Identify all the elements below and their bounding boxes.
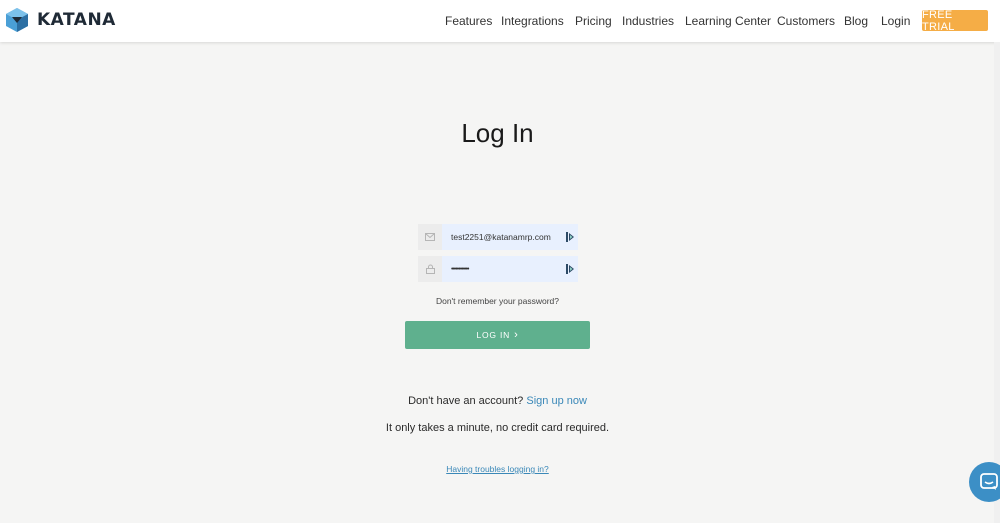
free-trial-button[interactable]: FREE TRIAL bbox=[922, 9, 988, 33]
page-title: Log In bbox=[461, 118, 534, 148]
nav-industries[interactable]: Industries bbox=[622, 14, 674, 28]
nav-login[interactable]: Login bbox=[881, 14, 910, 28]
email-field[interactable]: test2251@katanamrp.com bbox=[418, 224, 578, 250]
sign-up-link[interactable]: Sign up now bbox=[526, 395, 587, 407]
signup-prompt: Don't have an account? Sign up now bbox=[0, 395, 995, 407]
nav-features[interactable]: Features bbox=[445, 14, 492, 28]
email-value: test2251@katanamrp.com bbox=[451, 232, 551, 242]
forgot-password-link[interactable]: Don't remember your password? bbox=[0, 296, 995, 306]
chat-launcher-button[interactable] bbox=[969, 462, 1000, 502]
log-in-label: LOG IN bbox=[476, 330, 511, 340]
password-field[interactable]: •••••••••••• bbox=[418, 256, 578, 282]
nav-pricing[interactable]: Pricing bbox=[575, 14, 612, 28]
email-input[interactable]: test2251@katanamrp.com bbox=[442, 224, 578, 250]
password-input[interactable]: •••••••••••• bbox=[442, 256, 578, 282]
chat-icon bbox=[980, 473, 998, 490]
top-navigation-bar: KATANA Features Integrations Pricing Ind… bbox=[0, 0, 1000, 42]
signup-prompt-text: Don't have an account? bbox=[408, 395, 524, 407]
password-manager-icon[interactable] bbox=[566, 232, 574, 242]
lock-icon bbox=[418, 256, 442, 282]
email-icon bbox=[418, 224, 442, 250]
nav-customers[interactable]: Customers bbox=[777, 14, 835, 28]
scrollbar[interactable] bbox=[994, 42, 1000, 523]
nav-learning-center[interactable]: Learning Center bbox=[685, 14, 771, 28]
password-manager-icon[interactable] bbox=[566, 264, 574, 274]
signup-note: It only takes a minute, no credit card r… bbox=[385, 422, 610, 434]
trouble-link[interactable]: Having troubles logging in? bbox=[446, 464, 549, 474]
log-in-button[interactable]: LOG IN › bbox=[405, 321, 590, 349]
chevron-right-icon: › bbox=[514, 329, 519, 341]
katana-logo[interactable]: KATANA bbox=[6, 8, 116, 32]
trouble-logging-in: Having troubles logging in? bbox=[0, 464, 995, 474]
nav-blog[interactable]: Blog bbox=[844, 14, 868, 28]
password-value: •••••••••••• bbox=[451, 265, 469, 273]
nav-integrations[interactable]: Integrations bbox=[501, 14, 564, 28]
brand-name: KATANA bbox=[37, 10, 116, 30]
katana-logo-icon bbox=[6, 8, 28, 32]
